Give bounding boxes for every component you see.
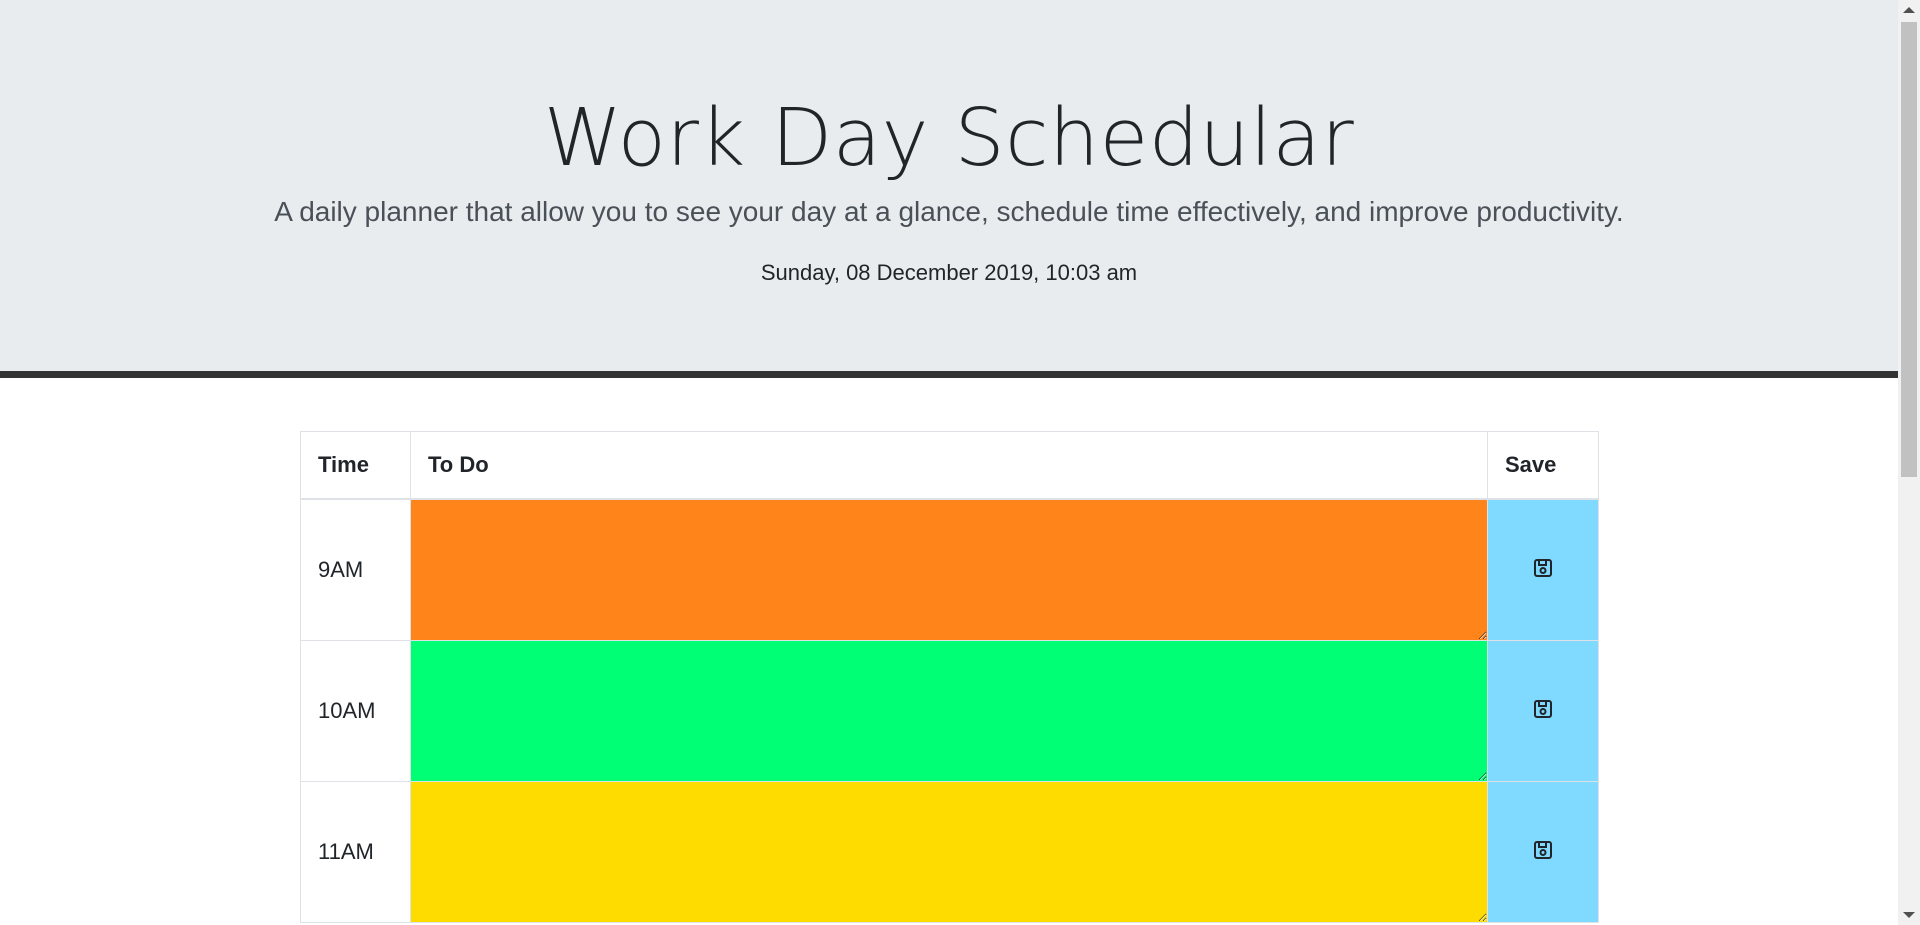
schedule-table: Time To Do Save 9AM 10AM 11AM bbox=[300, 431, 1599, 923]
column-header-time: Time bbox=[300, 431, 411, 500]
current-date: Sunday, 08 December 2019, 10:03 am bbox=[760, 260, 1138, 285]
vertical-scrollbar[interactable] bbox=[1898, 0, 1920, 925]
todo-cell bbox=[410, 498, 1488, 641]
column-header-todo: To Do bbox=[410, 431, 1488, 500]
page: Work Day Schedular A daily planner that … bbox=[0, 0, 1898, 925]
table-row: 10AM bbox=[300, 640, 1599, 782]
schedule-table-container: Time To Do Save 9AM 10AM 11AM bbox=[300, 431, 1599, 923]
todo-input[interactable] bbox=[411, 500, 1487, 640]
todo-input[interactable] bbox=[411, 782, 1487, 922]
save-button[interactable] bbox=[1487, 498, 1599, 641]
time-cell: 9AM bbox=[300, 498, 411, 641]
time-cell: 10AM bbox=[300, 640, 411, 782]
scroll-down-arrow-icon[interactable] bbox=[1903, 912, 1915, 918]
time-cell: 11AM bbox=[300, 781, 411, 923]
scrollbar-thumb[interactable] bbox=[1901, 22, 1917, 477]
scroll-up-arrow-icon[interactable] bbox=[1903, 7, 1915, 13]
header-jumbotron: Work Day Schedular A daily planner that … bbox=[0, 0, 1898, 378]
column-header-save: Save bbox=[1487, 431, 1599, 500]
todo-cell bbox=[410, 640, 1488, 782]
floppy-disk-icon bbox=[1534, 840, 1552, 859]
table-row: 9AM bbox=[300, 498, 1599, 641]
page-title: Work Day Schedular bbox=[543, 92, 1355, 184]
todo-input[interactable] bbox=[411, 641, 1487, 781]
save-button[interactable] bbox=[1487, 640, 1599, 782]
floppy-disk-icon bbox=[1534, 558, 1552, 577]
table-row: 11AM bbox=[300, 781, 1599, 923]
todo-cell bbox=[410, 781, 1488, 923]
floppy-disk-icon bbox=[1534, 699, 1552, 718]
table-header-row: Time To Do Save bbox=[300, 431, 1599, 500]
page-subtitle: A daily planner that allow you to see yo… bbox=[274, 196, 1624, 227]
save-button[interactable] bbox=[1487, 781, 1599, 923]
